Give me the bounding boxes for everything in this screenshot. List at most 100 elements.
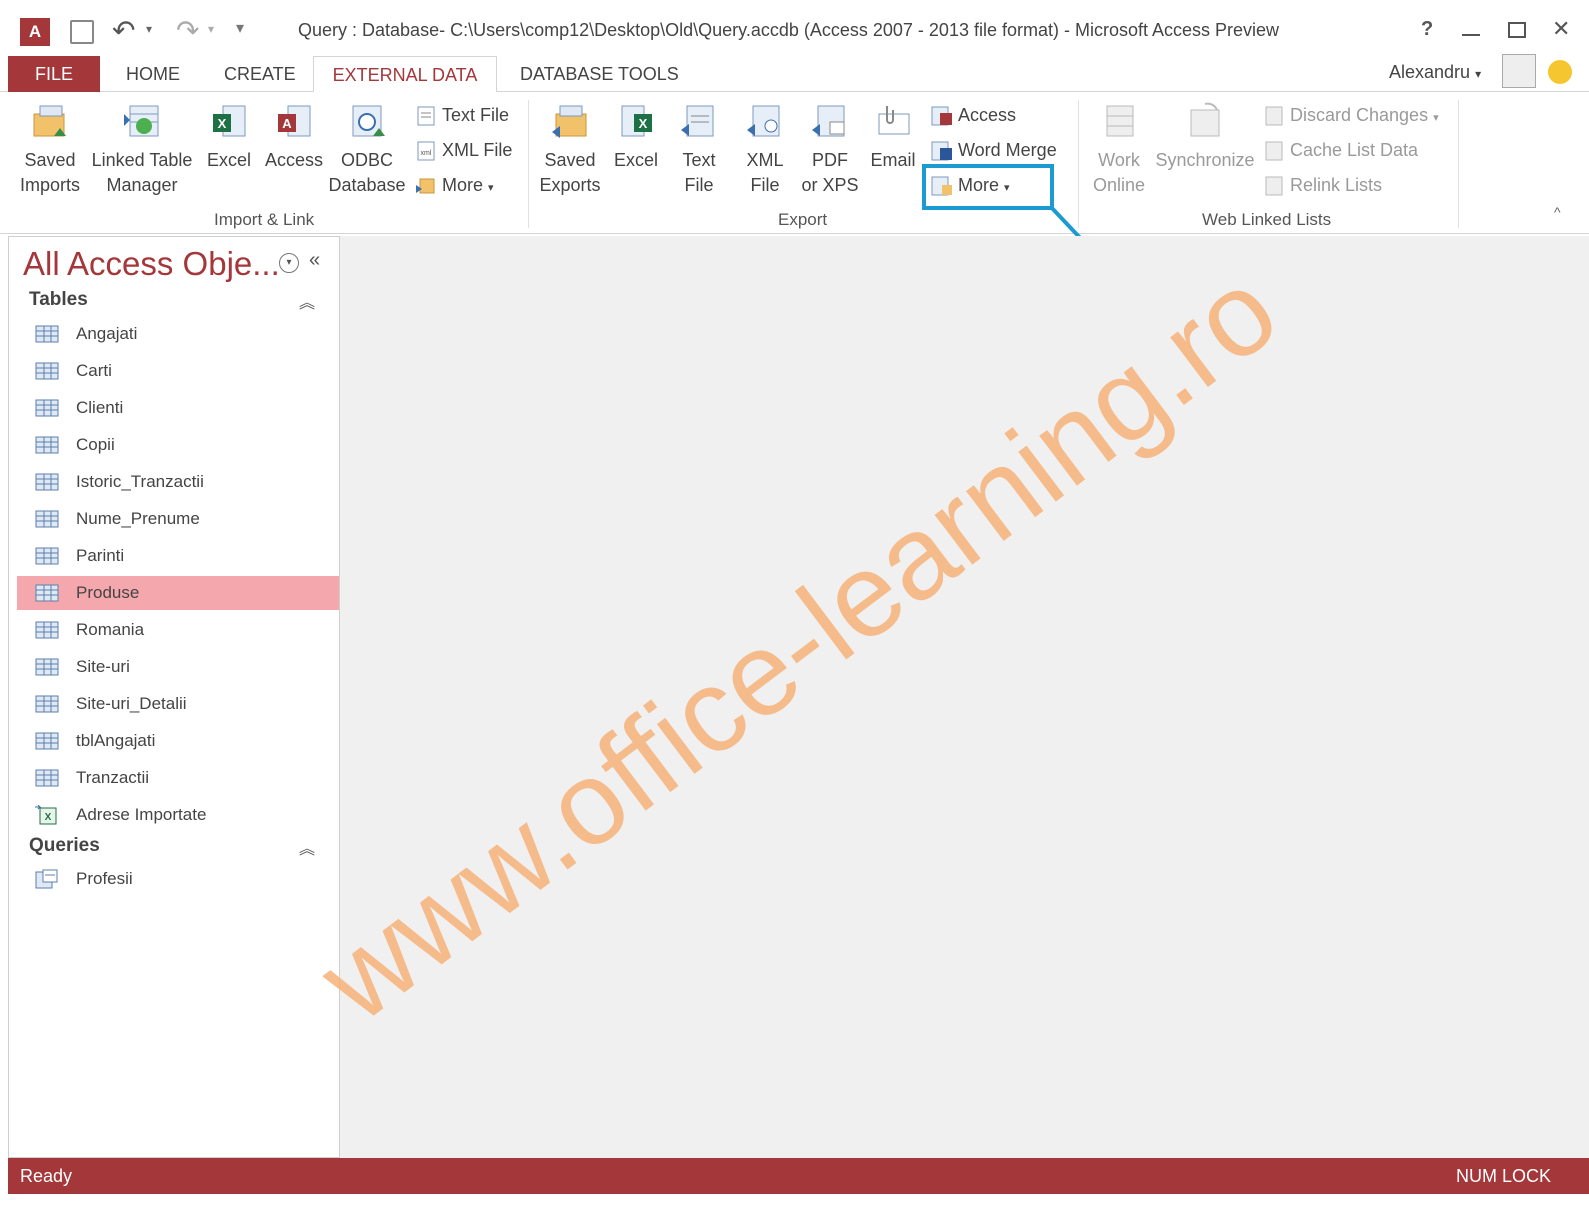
table-label: Carti [76, 361, 112, 380]
list-item-table[interactable]: Romania [17, 613, 339, 647]
undo-icon[interactable]: ↶ [112, 14, 135, 47]
list-item-table[interactable]: Tranzactii [17, 761, 339, 795]
tab-database-tools[interactable]: DATABASE TOOLS [504, 56, 695, 92]
saved-imports-button[interactable]: Saved Imports [14, 102, 86, 198]
close-button[interactable]: ✕ [1552, 16, 1570, 42]
export-access-button[interactable]: Access [930, 100, 1016, 130]
export-excel-label: Excel [613, 150, 658, 170]
excel-export-icon: X [621, 105, 652, 137]
access-logo-icon: A [20, 18, 50, 46]
collapse-ribbon-icon[interactable]: ^ [1554, 204, 1561, 220]
chevron-down-icon: ▾ [488, 182, 494, 194]
export-xml-label-2: File [750, 175, 780, 195]
import-excel-button[interactable]: X Excel [200, 102, 258, 173]
ribbon: Saved Imports Linked Table Manager X Exc… [0, 92, 1589, 234]
tab-file[interactable]: FILE [8, 56, 100, 92]
maximize-button[interactable] [1508, 22, 1526, 38]
save-icon[interactable] [70, 20, 94, 44]
table-icon [35, 732, 59, 750]
smiley-icon[interactable] [1548, 60, 1572, 84]
saved-imports-label-1: Saved [24, 150, 76, 170]
cache-list-data-icon [1265, 141, 1283, 161]
xml-file-icon: xml [417, 141, 435, 161]
table-label: Parinti [76, 546, 125, 565]
tab-home[interactable]: HOME [110, 56, 196, 92]
export-pdf-button[interactable]: PDF or XPS [798, 102, 862, 198]
list-item-table[interactable]: Parinti [17, 539, 339, 573]
user-name-label: Alexandru [1389, 62, 1471, 82]
list-item-table[interactable]: Site-uri_Detalii [17, 687, 339, 721]
list-item-table[interactable]: Site-uri [17, 650, 339, 684]
collapse-tables-icon[interactable]: ︽ [299, 289, 315, 313]
help-button[interactable]: ? [1421, 18, 1433, 41]
redo-dropdown-icon[interactable]: ▾ [208, 22, 214, 36]
list-item-table[interactable]: Produse [17, 576, 339, 610]
saved-imports-icon [33, 105, 66, 137]
linked-table-manager-label-2: Manager [106, 175, 178, 195]
export-xml-file-button[interactable]: XML File [736, 102, 794, 198]
list-item-table[interactable]: Carti [17, 354, 339, 388]
word-merge-button[interactable]: Word Merge [930, 135, 1057, 165]
discard-changes-button[interactable]: Discard Changes ▾ [1262, 100, 1439, 130]
list-item-table[interactable]: Nume_Prenume [17, 502, 339, 536]
navigation-pane: All Access Obje... ▾ « Tables ︽ Queries … [8, 236, 340, 1158]
discard-changes-label: Discard Changes [1290, 105, 1429, 125]
status-ready: Ready [20, 1166, 73, 1186]
list-item-table[interactable]: Istoric_Tranzactii [17, 465, 339, 499]
xml-export-icon [747, 105, 780, 137]
avatar [1502, 54, 1536, 88]
import-access-label: Access [264, 150, 324, 170]
import-more-button[interactable]: More ▾ [414, 170, 494, 200]
table-label: Romania [76, 620, 145, 639]
import-access-button[interactable]: A Access [262, 102, 326, 173]
list-item-table[interactable]: Angajati [17, 317, 339, 351]
export-text-label-2: File [684, 175, 714, 195]
synchronize-button[interactable]: Synchronize [1154, 102, 1256, 173]
linked-table-manager-label-1: Linked Table [91, 150, 193, 170]
list-item-table[interactable]: Copii [17, 428, 339, 462]
excel-icon: X [213, 105, 246, 137]
list-item-table[interactable]: X Adrese Importate [17, 798, 339, 832]
redo-icon[interactable]: ↷ [176, 14, 199, 47]
list-item-query[interactable]: Profesii [17, 862, 339, 896]
import-text-file-button[interactable]: Text File [414, 100, 509, 130]
minimize-button[interactable] [1462, 34, 1480, 36]
import-excel-label: Excel [206, 150, 251, 170]
tab-create[interactable]: CREATE [208, 56, 312, 92]
import-xml-file-button[interactable]: xml XML File [414, 135, 512, 165]
section-queries[interactable]: Queries [29, 835, 100, 857]
odbc-label-2: Database [328, 175, 406, 195]
collapse-nav-icon[interactable]: « [309, 249, 320, 272]
table-label: Site-uri_Detalii [76, 694, 187, 713]
list-item-table[interactable]: Clienti [17, 391, 339, 425]
table-label: Adrese Importate [76, 805, 207, 824]
text-export-icon [681, 105, 714, 137]
export-text-file-button[interactable]: Text File [670, 102, 728, 198]
import-more-label: More [442, 175, 484, 195]
table-icon [35, 362, 59, 380]
list-item-table[interactable]: tblAngajati [17, 724, 339, 758]
saved-imports-label-2: Imports [19, 175, 80, 195]
saved-exports-button[interactable]: Saved Exports [536, 102, 604, 198]
undo-dropdown-icon[interactable]: ▾ [146, 22, 152, 36]
nav-pane-title[interactable]: All Access Obje... [23, 245, 280, 283]
table-icon [35, 547, 59, 565]
saved-exports-label-1: Saved [544, 150, 596, 170]
chevron-down-icon: ▾ [1433, 112, 1439, 124]
user-name[interactable]: Alexandru ▾ [1389, 62, 1481, 83]
ribbon-tabs: FILE HOME CREATE EXTERNAL DATA DATABASE … [0, 54, 1589, 93]
tab-external-data[interactable]: EXTERNAL DATA [313, 56, 497, 93]
email-button[interactable]: Email [866, 102, 920, 173]
relink-lists-button[interactable]: Relink Lists [1262, 170, 1382, 200]
word-merge-label: Word Merge [958, 140, 1057, 160]
nav-dropdown-icon[interactable]: ▾ [279, 253, 299, 273]
customize-qat-icon[interactable]: ▾ [236, 18, 244, 38]
odbc-database-button[interactable]: ODBC Database [328, 102, 406, 198]
export-excel-button[interactable]: X Excel [608, 102, 664, 173]
linked-table-manager-button[interactable]: Linked Table Manager [88, 102, 196, 198]
cache-list-data-button[interactable]: Cache List Data [1262, 135, 1418, 165]
collapse-queries-icon[interactable]: ︽ [299, 835, 315, 859]
work-online-button[interactable]: Work Online [1086, 102, 1152, 198]
section-tables[interactable]: Tables [29, 289, 88, 311]
relink-lists-label: Relink Lists [1290, 175, 1383, 195]
